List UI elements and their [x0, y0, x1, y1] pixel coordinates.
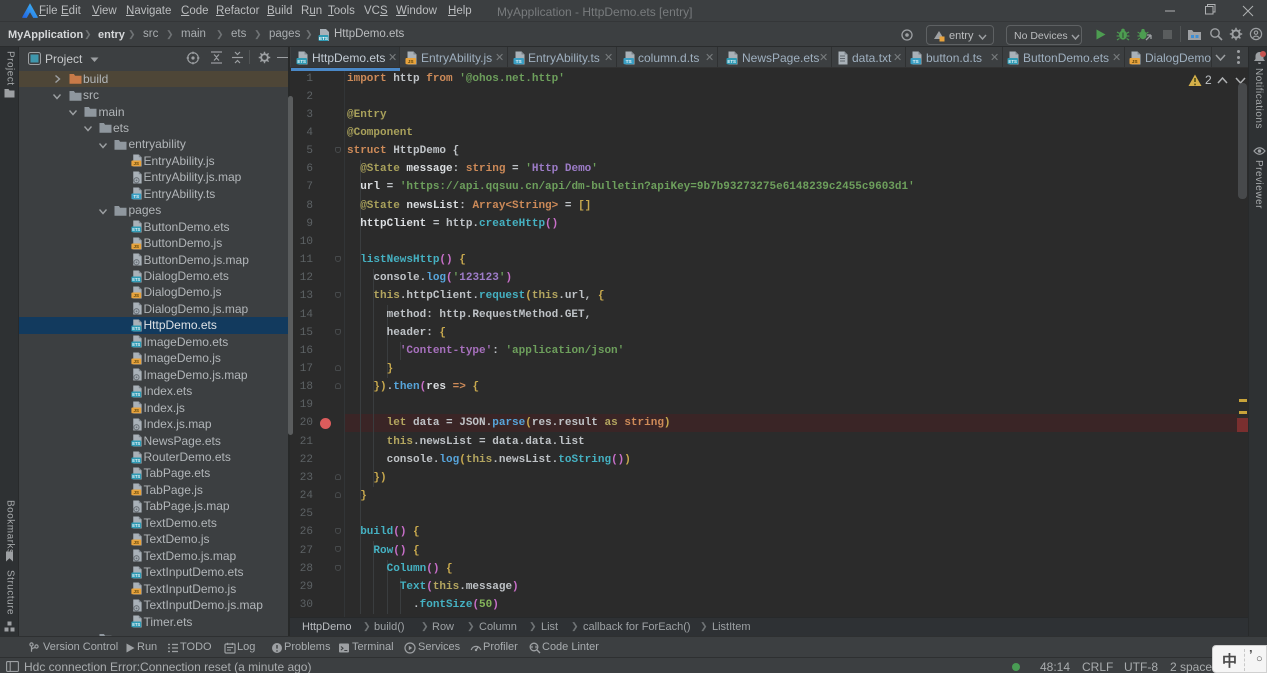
- svg-text:ETS: ETS: [319, 36, 328, 41]
